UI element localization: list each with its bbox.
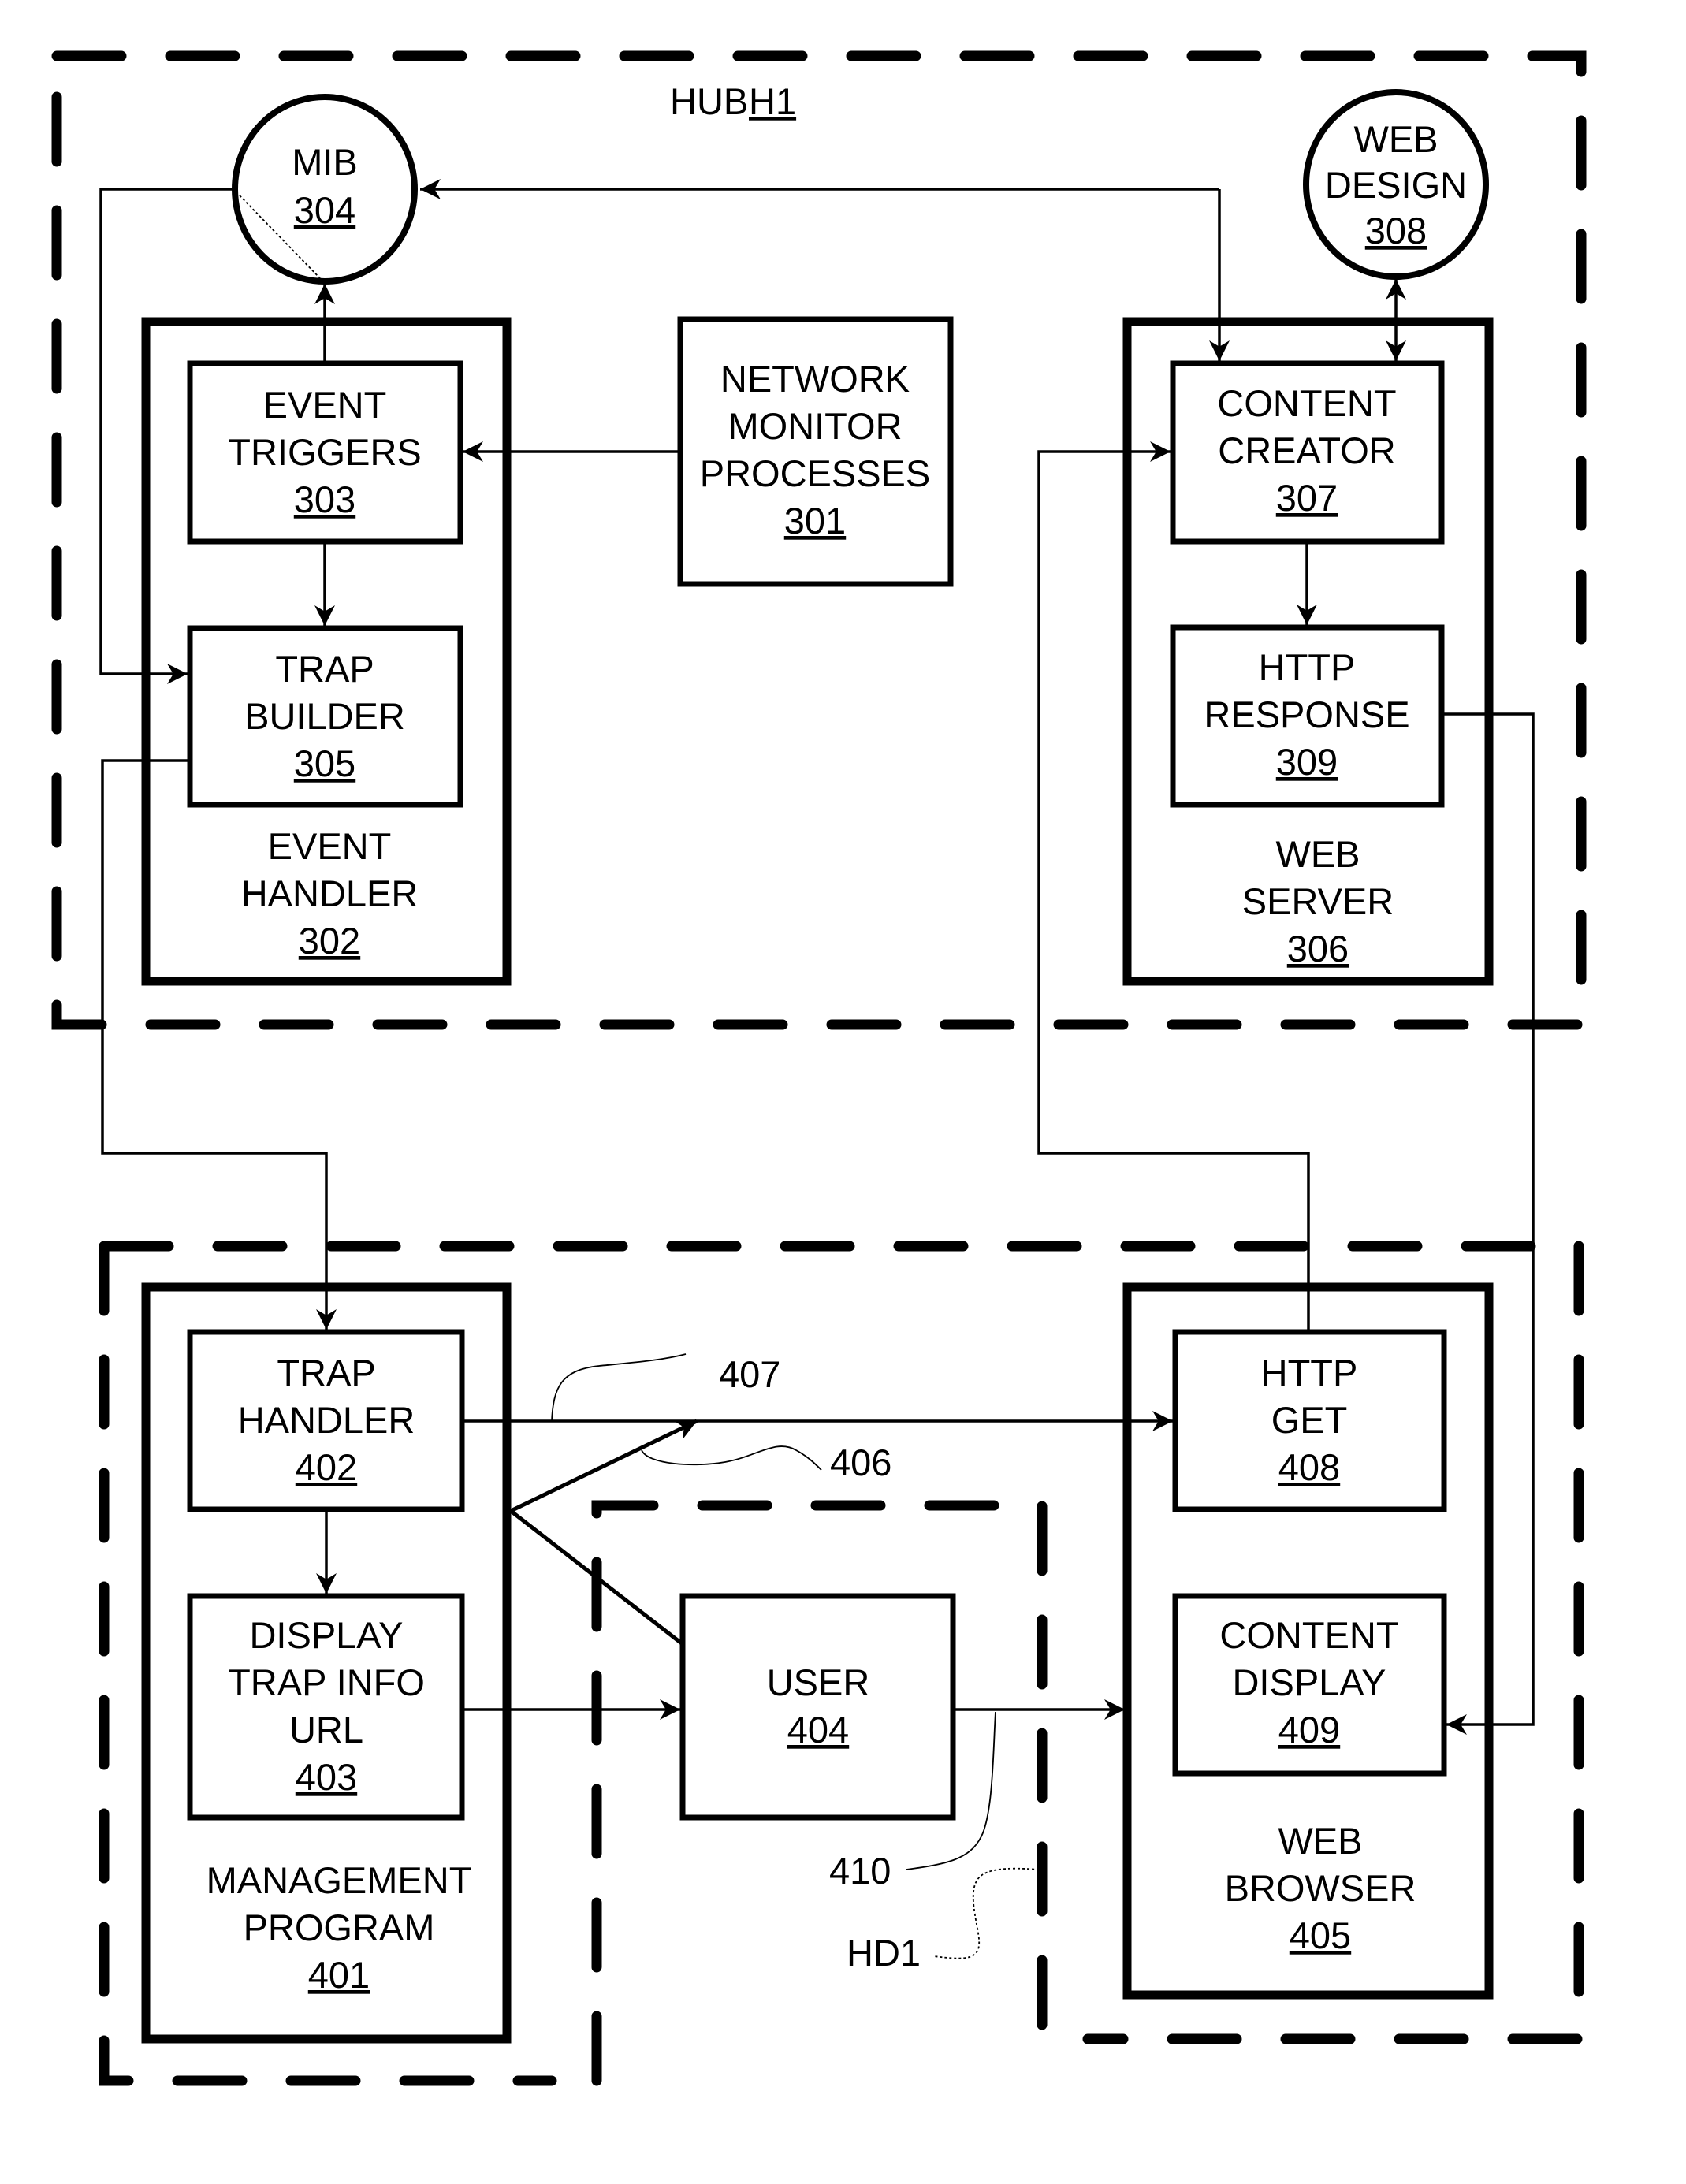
http-response-309: HTTP RESPONSE 309: [1170, 624, 1445, 808]
management-program-label-2: PROGRAM: [244, 1907, 435, 1948]
hub-id: H1: [749, 80, 796, 122]
callout-hd1-text: HD1: [847, 1932, 921, 1974]
content-creator-label-1: CONTENT: [1217, 382, 1396, 424]
user-ref: 404: [787, 1709, 849, 1751]
mib-label: MIB: [292, 141, 358, 183]
trap-handler-label-2: HANDLER: [238, 1399, 415, 1441]
network-monitor-label-3: PROCESSES: [700, 452, 931, 494]
user-label: USER: [767, 1661, 870, 1703]
event-triggers-303: EVENT TRIGGERS 303: [187, 360, 463, 545]
network-monitor-301: NETWORK MONITOR PROCESSES 301: [677, 316, 954, 587]
web-design-label-1: WEB: [1353, 118, 1438, 160]
display-trap-info-label-3: URL: [289, 1709, 363, 1751]
user-404: USER 404: [679, 1593, 956, 1821]
trap-builder-ref: 305: [294, 742, 355, 784]
http-get-label-2: GET: [1271, 1399, 1348, 1441]
mib-ref: 304: [294, 189, 355, 231]
callout-406-text: 406: [830, 1442, 891, 1483]
web-browser-ref: 405: [1290, 1914, 1351, 1956]
web-server-ref: 306: [1287, 928, 1349, 969]
management-program-ref: 401: [308, 1954, 370, 1996]
callout-407-text: 407: [719, 1353, 780, 1395]
content-creator-ref: 307: [1276, 477, 1338, 519]
event-triggers-label-1: EVENT: [263, 384, 387, 426]
trap-builder-label-2: BUILDER: [244, 695, 405, 737]
callout-407: 407: [551, 1353, 780, 1422]
callout-406: 406: [641, 1442, 891, 1483]
content-display-ref: 409: [1278, 1709, 1340, 1751]
http-get-ref: 408: [1278, 1446, 1340, 1488]
wire-406-diagonal: [509, 1419, 698, 1513]
display-trap-info-label-1: DISPLAY: [249, 1614, 403, 1656]
hub-title: HUB H1: [670, 80, 796, 122]
hub-title-text: HUB: [670, 80, 748, 122]
display-trap-info-403: DISPLAY TRAP INFO URL 403: [187, 1593, 465, 1821]
trap-handler-ref: 402: [296, 1446, 357, 1488]
http-get-label-1: HTTP: [1261, 1352, 1358, 1393]
http-response-label-1: HTTP: [1259, 646, 1356, 688]
web-browser-label-1: WEB: [1278, 1820, 1362, 1862]
web-server-label-1: WEB: [1275, 833, 1360, 875]
content-display-label-2: DISPLAY: [1232, 1661, 1386, 1703]
event-triggers-label-2: TRIGGERS: [228, 431, 421, 473]
management-program-label-1: MANAGEMENT: [207, 1859, 472, 1901]
trap-builder-label-1: TRAP: [275, 648, 374, 690]
display-trap-info-ref: 403: [296, 1756, 357, 1798]
web-design-ref: 308: [1365, 210, 1427, 251]
event-triggers-ref: 303: [294, 478, 355, 520]
web-design-308: WEB DESIGN 308: [1303, 89, 1489, 280]
content-creator-label-2: CREATOR: [1218, 430, 1395, 471]
network-monitor-label-1: NETWORK: [720, 358, 910, 400]
content-display-409: CONTENT DISPLAY 409: [1172, 1593, 1447, 1777]
trap-handler-label-1: TRAP: [277, 1352, 375, 1393]
trap-builder-305: TRAP BUILDER 305: [187, 625, 463, 808]
event-handler-label-2: HANDLER: [241, 872, 419, 914]
event-handler-label-1: EVENT: [268, 825, 392, 867]
http-response-ref: 309: [1276, 741, 1338, 783]
web-server-label-2: SERVER: [1242, 880, 1394, 922]
http-response-label-2: RESPONSE: [1204, 694, 1409, 735]
web-browser-label-2: BROWSER: [1225, 1867, 1416, 1909]
network-monitor-ref: 301: [784, 500, 846, 541]
patent-diagram: HUB H1 MIB 304 WEB DESIGN 308 EVENT HAND…: [51, 50, 1587, 2086]
network-monitor-label-2: MONITOR: [728, 405, 902, 447]
event-handler-ref: 302: [299, 920, 360, 962]
content-display-label-1: CONTENT: [1219, 1614, 1398, 1656]
mib-304: MIB 304: [232, 94, 418, 285]
http-get-408: HTTP GET 408: [1172, 1329, 1447, 1512]
callout-410-text: 410: [829, 1850, 891, 1892]
trap-handler-402: TRAP HANDLER 402: [187, 1329, 465, 1512]
display-trap-info-label-2: TRAP INFO: [228, 1661, 425, 1703]
web-design-label-2: DESIGN: [1325, 164, 1467, 206]
content-creator-307: CONTENT CREATOR 307: [1170, 360, 1445, 545]
